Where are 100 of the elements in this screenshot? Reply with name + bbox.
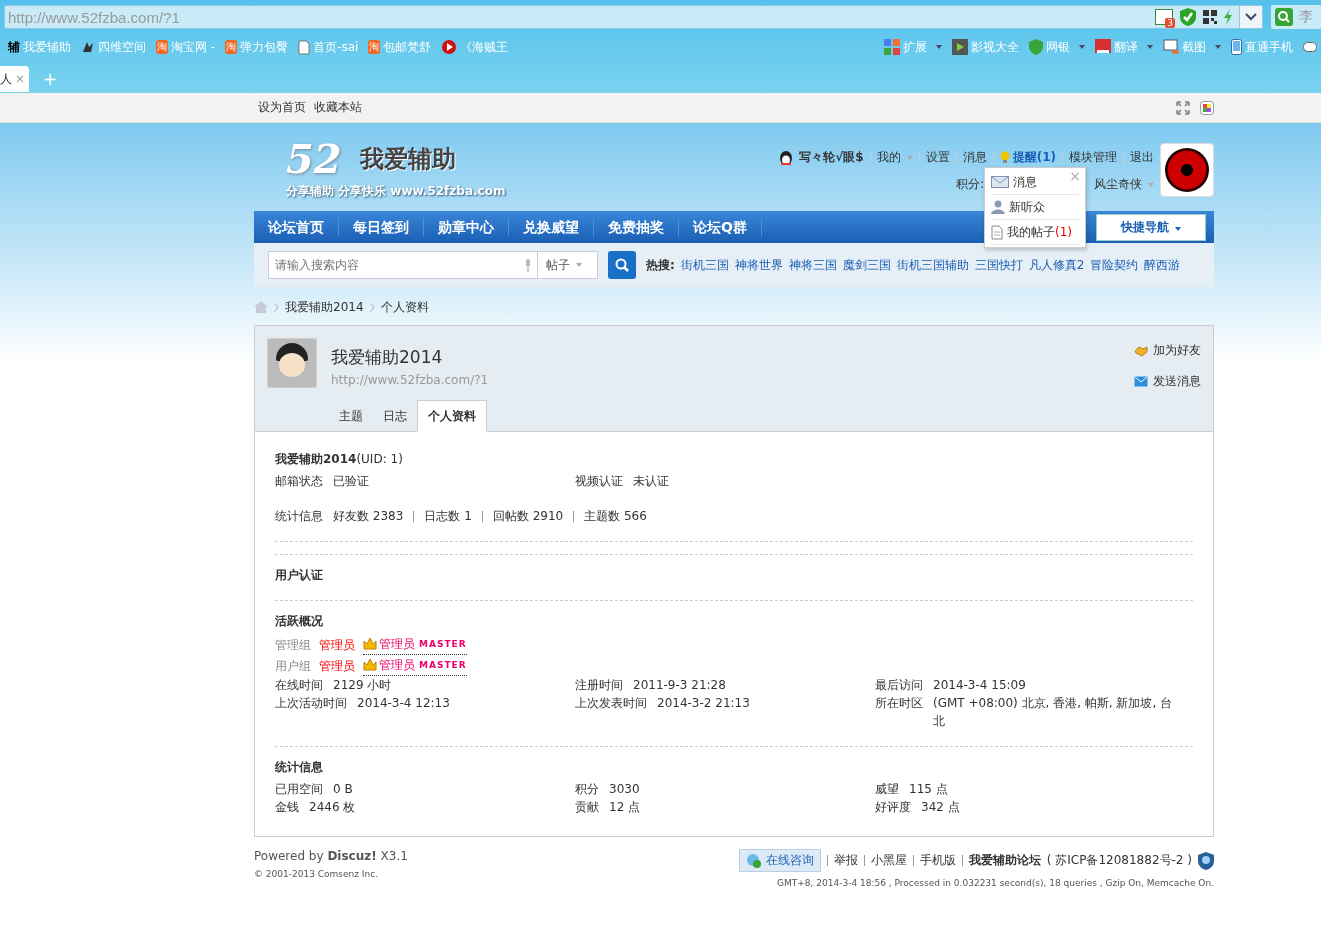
search-field[interactable]: 请输入搜索内容 [268,251,538,279]
nav-item[interactable]: 勋章中心 [424,218,509,236]
nav-item[interactable]: 论坛Q群 [679,218,762,236]
hot-search-link[interactable]: 街机三国 [680,256,729,274]
field-label: 威望 [875,781,899,798]
bookmark-link[interactable]: 辅 我爱辅助 [8,38,71,56]
profile-tab[interactable]: 个人资料 [417,400,487,432]
search-icon[interactable] [1275,8,1293,26]
footer-link[interactable]: 手机版 [919,852,956,869]
popup-menu-item[interactable]: 新听众 [991,195,1079,220]
notification-link[interactable]: 提醒(1) [999,149,1056,166]
penguin-icon [779,150,794,165]
hot-search-link[interactable]: 魔剑三国 [842,256,891,274]
dropdown-button[interactable] [1239,6,1262,28]
film-icon [952,39,968,55]
group-value[interactable]: 管理员 [319,655,355,676]
group-title-badge: 管理员 MASTER [363,634,467,655]
username-link[interactable]: 写々轮√眼$ [799,149,864,166]
user-menu-link[interactable]: 我的 [876,149,913,166]
field-value: 已验证 [333,473,369,490]
field-label: 好评度 [875,799,911,816]
field-label: 注册时间 [575,677,623,694]
field-value: 0 B [333,781,353,798]
hot-search-link[interactable]: 神将三国 [788,256,837,274]
hot-search-link[interactable]: 三国快打 [974,256,1023,274]
field-label: 已用空间 [275,781,323,798]
footer-link[interactable]: 举报 [833,852,858,869]
stat-count: 日志数 1 [424,508,472,525]
apps-icon [884,39,900,55]
browser-tab[interactable]: 人 × [0,66,30,92]
powered-by-text: Powered by Discuz! X3.1 [254,849,408,863]
crown-icon [363,637,377,651]
shield-icon [1029,39,1043,55]
user-rank-link[interactable]: 风尘奇侠 [1094,176,1154,193]
field-value: 115 点 [909,781,948,798]
quick-nav-button[interactable]: 快捷导航 [1096,213,1206,241]
hot-search-link[interactable]: 神将世界 [734,256,783,274]
breadcrumb-link[interactable]: 我爱辅助2014 [285,298,364,316]
field-value: 2129 小时 [333,677,392,694]
cartoon-avatar[interactable] [267,338,317,388]
field-value: 3030 [609,781,640,798]
avatar[interactable] [1160,143,1214,197]
search-button[interactable] [608,251,636,279]
site-logo[interactable]: 52 我爱辅助 分享辅助 分享快乐 www.52fzba.com [286,137,506,200]
caret-icon [906,155,913,160]
footer-site-link[interactable]: 我爱辅助论坛 [968,852,1041,869]
site-logo: 淘 [156,40,168,54]
bookmark-link[interactable]: 淘 弹力包臀 [225,38,289,56]
calendar-icon[interactable]: 3 [1155,9,1173,25]
field-label: 积分 [575,781,599,798]
profile-action-link[interactable]: 发送消息 [1134,373,1201,390]
group-title-badge: 管理员 MASTER [363,655,467,676]
profile-tab[interactable]: 日志 [373,401,417,431]
phone-icon [1231,39,1242,55]
user-link[interactable]: 消息 [962,149,987,166]
hot-search-link[interactable]: 冒险契约 [1090,256,1139,274]
expand-icon[interactable] [1176,100,1190,115]
profile-tab[interactable]: 主题 [329,401,373,431]
close-icon[interactable]: × [15,72,26,86]
hot-search-link[interactable]: 凡人修真2 [1028,256,1085,274]
nav-item[interactable]: 免费抽奖 [594,218,679,236]
field-value: 2014-3-4 12:13 [357,695,450,712]
group-label: 用户组 [275,657,311,675]
breadcrumb-link[interactable]: 个人资料 [380,298,429,316]
bookmark-link[interactable]: 淘 淘宝网 - [156,38,216,56]
search-type-dropdown[interactable]: 帖子 [538,251,598,279]
field-label: 最后访问 [875,677,923,694]
nav-item[interactable]: 兑换威望 [509,218,594,236]
qr-code-icon[interactable] [1203,10,1217,24]
bookmark-link[interactable]: 淘 包邮梵舒 [368,38,432,56]
nav-item[interactable]: 论坛首页 [254,218,339,236]
icp-link[interactable]: ( 苏ICP备12081882号-2 ) [1046,852,1192,869]
copyright-text: © 2001-2013 Comsenz Inc. [254,869,380,879]
hot-search-link[interactable]: 街机三国辅助 [896,256,969,274]
top-link[interactable]: 收藏本站 [314,99,362,116]
field-label: 邮箱状态 [275,473,323,490]
field-label: 金钱 [275,799,299,816]
profile-title: 我爱辅助2014(UID: 1) [275,451,404,468]
address-bar[interactable]: http://www.52fzba.com/?1 3 [4,5,1263,29]
user-link[interactable]: 退出 [1130,149,1154,166]
hot-search-link[interactable]: 醉西游 [1144,256,1181,274]
debug-info-text: GMT+8, 2014-3-4 18:56 , Processed in 0.032231 second(s), 18 queries , Gzip On, Memcache On. [777,878,1214,888]
popup-menu-item[interactable]: 我的帖子(1) [991,220,1079,245]
group-value[interactable]: 管理员 [319,634,355,655]
calendar-count: 3 [1165,18,1175,28]
hot-search-label: 热搜: [646,256,675,274]
user-link[interactable]: 模块管理 [1069,149,1117,166]
online-consult-button[interactable]: 在线咨询 [738,849,821,872]
shield-icon[interactable] [1198,851,1214,870]
field-value: 12 点 [609,799,641,816]
nav-item[interactable]: 每日签到 [339,218,424,236]
color-palette-icon[interactable] [1200,100,1214,115]
user-link[interactable]: 设置 [925,149,950,166]
logo-name: 我爱辅助 [359,144,456,175]
crown-icon [363,658,377,672]
profile-action-link[interactable]: 加为好友 [1134,342,1201,359]
top-link[interactable]: 设为首页 [258,99,306,116]
footer-link[interactable]: 小黑屋 [870,852,907,869]
field-value: 2011-9-3 21:28 [633,677,726,694]
shield-check-icon[interactable] [1179,7,1197,27]
